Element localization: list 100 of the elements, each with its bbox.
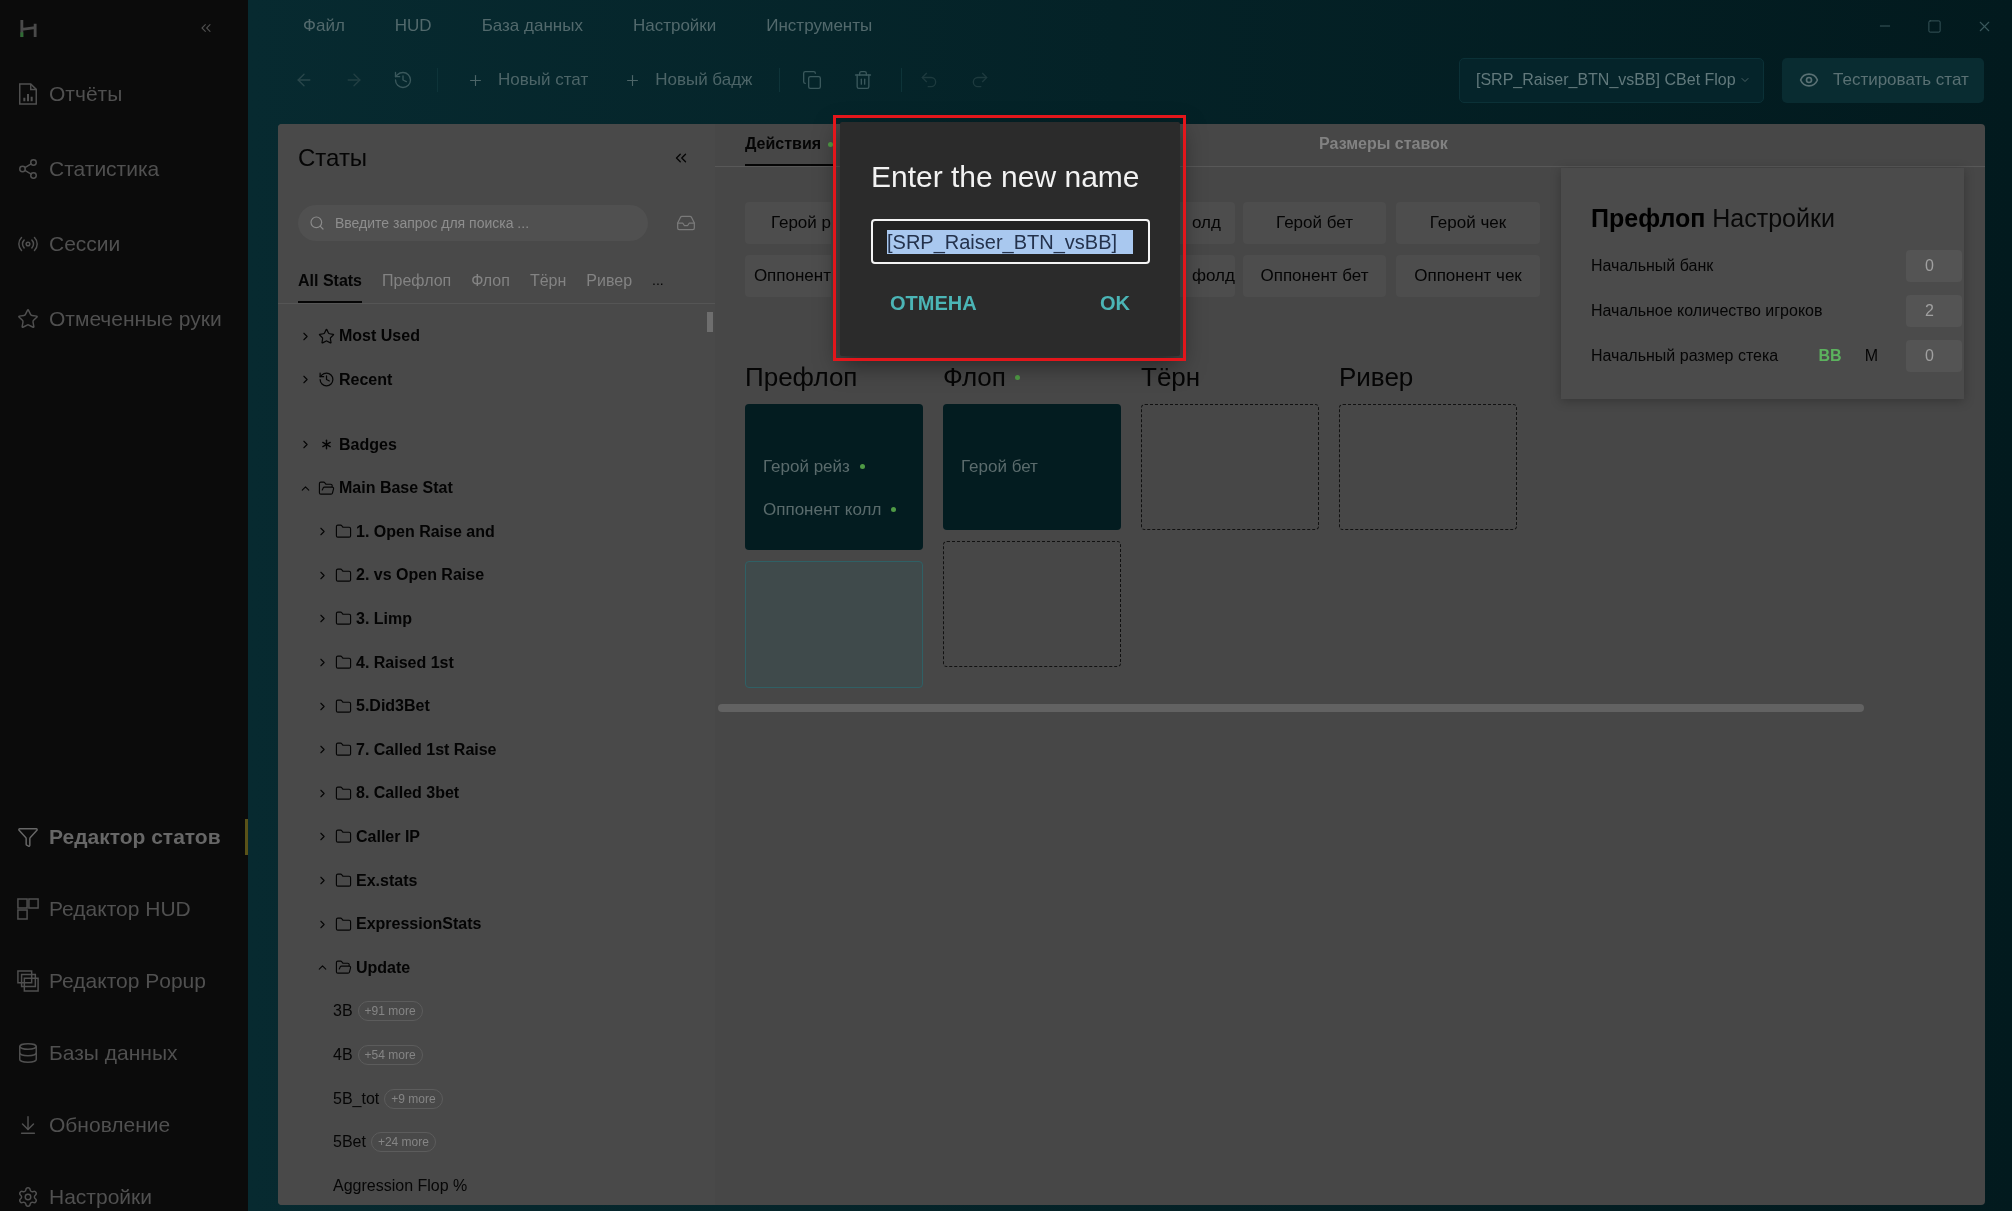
dialog-button[interactable]: OK (1088, 285, 1142, 321)
filter-tab[interactable]: All Stats (298, 250, 362, 303)
filter-tab[interactable]: Флоп (471, 250, 510, 303)
report-icon (17, 83, 39, 105)
tree-item[interactable]: 4B +54 more (333, 1037, 423, 1072)
tree-item[interactable]: Most Used (299, 319, 420, 353)
menu-item[interactable]: Файл (303, 13, 345, 39)
tree-item[interactable]: ExpressionStats (316, 907, 482, 942)
horizontal-scrollbar[interactable] (718, 704, 1864, 712)
folder-icon (335, 784, 352, 802)
drop-target-card[interactable] (745, 561, 923, 688)
trash-icon[interactable] (853, 70, 874, 90)
share-icon (17, 158, 39, 180)
search-field[interactable]: Введите запрос для поиска ... (298, 205, 648, 241)
filter-tab[interactable]: Тёрн (529, 250, 567, 303)
action-button[interactable]: Оппонент чек (1396, 255, 1540, 297)
sidebar-item[interactable]: Редактор HUD (17, 897, 191, 921)
tree-item[interactable]: Ex.stats (316, 863, 418, 898)
action-button[interactable]: Герой чек (1396, 202, 1540, 244)
maximize-icon[interactable] (1927, 18, 1942, 34)
unit-toggle[interactable]: BB (1818, 343, 1842, 368)
tree-item[interactable]: Aggression Flop % (333, 1168, 468, 1203)
tree-item[interactable]: Recent (299, 362, 393, 397)
sidebar-item[interactable]: Отмеченные руки (17, 307, 222, 331)
tree-item[interactable]: 5Bet +24 more (333, 1125, 436, 1160)
inbox-icon[interactable] (675, 213, 697, 233)
panel-title: Статы (298, 143, 368, 173)
sidebar-item[interactable]: Статистика (17, 157, 160, 181)
editor-tab[interactable]: Действия (745, 124, 834, 166)
action-button[interactable]: Оппонент бет (1243, 255, 1386, 297)
scrollbar-thumb[interactable] (707, 312, 713, 332)
sidebar-item[interactable]: Обновление (17, 1113, 171, 1137)
menu-item[interactable]: Настройки (632, 13, 717, 39)
database-icon (17, 1042, 39, 1064)
tree-item[interactable]: 3. Limp (316, 601, 412, 636)
funnel-icon (17, 826, 39, 848)
tree-item[interactable]: Badges (299, 427, 397, 462)
editor-tab[interactable]: Размеры ставок (1319, 124, 1448, 166)
star-icon (17, 308, 39, 330)
sidebar-item[interactable]: Редактор статов (17, 825, 221, 849)
star-icon (318, 327, 335, 345)
street-title: Ривер (1339, 363, 1414, 391)
new-item-button[interactable]: Новый бадж (624, 67, 753, 93)
action-button[interactable]: олд (1180, 202, 1235, 244)
empty-slot[interactable] (1141, 404, 1319, 530)
stacked-windows-icon (17, 970, 39, 992)
test-stat-button[interactable]: Тестировать стат (1782, 57, 1984, 103)
action-card[interactable]: Герой бет (943, 404, 1121, 530)
action-button[interactable]: Герой р (745, 202, 831, 244)
tree-item[interactable]: 5B_tot +9 more (333, 1081, 443, 1116)
tree-item[interactable]: Update (316, 950, 411, 985)
setting-label: Начальный банк (1591, 255, 1714, 276)
unit-toggle[interactable]: M (1864, 343, 1878, 368)
tree-item[interactable]: Caller IP (316, 819, 421, 854)
action-card[interactable]: Герой рейз Оппонент колл (745, 404, 923, 550)
tree-item[interactable]: 8. Called 3bet (316, 776, 460, 811)
dialog-button[interactable]: ОТМЕНА (878, 285, 989, 321)
menu-item[interactable]: HUD (394, 13, 432, 39)
tree-item[interactable]: 7. Called 1st Raise (316, 732, 497, 767)
action-button[interactable]: Герой бет (1243, 202, 1386, 244)
tree-item[interactable]: 4. Raised 1st (316, 645, 454, 680)
filter-tab[interactable]: Ривер (586, 250, 633, 303)
action-button[interactable]: фолд (1180, 255, 1235, 297)
sidebar-item[interactable]: Настройки (17, 1185, 152, 1209)
menu-item[interactable]: Инструменты (766, 13, 873, 39)
folder-icon (335, 610, 352, 628)
history-icon[interactable] (393, 70, 413, 90)
settings-title: Префлоп Настройки (1591, 203, 1836, 233)
tree-item[interactable]: 5.Did3Bet (316, 689, 430, 724)
dialog-title: Enter the new name (871, 159, 1141, 195)
setting-label: Начальное количество игроков (1591, 300, 1823, 321)
folder-icon (335, 741, 352, 759)
new-item-button[interactable]: Новый стат (467, 67, 589, 93)
number-field[interactable]: 2 (1906, 294, 1962, 327)
folder-icon (335, 915, 352, 933)
tree-item[interactable]: 2. vs Open Raise (316, 558, 485, 593)
sidebar-item[interactable]: Редактор Popup (17, 969, 206, 993)
logo-icon (19, 18, 38, 38)
empty-slot[interactable] (943, 541, 1121, 667)
action-label: Герой рейз (763, 455, 850, 478)
tree-item[interactable]: Main Base Stat (299, 471, 453, 506)
sidebar-item[interactable]: Сессии (17, 232, 121, 256)
tree-item[interactable]: 1. Open Raise and (316, 514, 495, 549)
filter-tab[interactable]: Префлоп (382, 250, 452, 303)
sidebar-item[interactable]: Отчёты (17, 82, 123, 106)
empty-slot[interactable] (1339, 404, 1517, 530)
tree-item[interactable]: 3B +91 more (333, 994, 423, 1029)
number-field[interactable]: 0 (1906, 249, 1962, 282)
sidebar-item[interactable]: Базы данных (17, 1041, 178, 1065)
name-input[interactable]: [SRP_Raiser_BTN_vsBB] (871, 219, 1150, 264)
more-tabs-button[interactable]: ... (652, 250, 664, 303)
number-field[interactable]: 0 (1906, 339, 1962, 372)
action-label: Оппонент колл (763, 498, 882, 521)
open-folder-icon (335, 959, 352, 977)
menu-item[interactable]: База данных (481, 13, 583, 39)
history-icon (318, 371, 335, 389)
street-title: Тёрн (1141, 363, 1201, 391)
stat-selector[interactable]: [SRP_Raiser_BTN_vsBB] CBet Flop (1459, 57, 1764, 103)
action-button[interactable]: Оппонент (745, 255, 831, 297)
copy-icon[interactable] (802, 70, 823, 90)
